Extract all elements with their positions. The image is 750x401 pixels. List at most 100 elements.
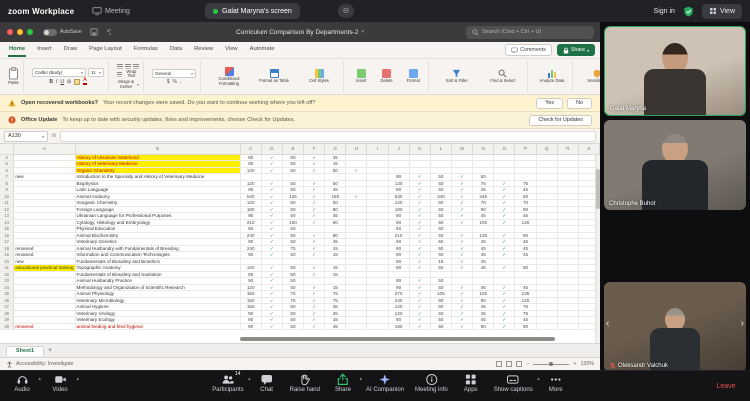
- document-title[interactable]: Curriculum Comparison By Departments-2▾: [236, 29, 364, 36]
- column-header-J[interactable]: J: [388, 144, 409, 154]
- cell-G30[interactable]: 45: [325, 323, 346, 330]
- cell-E30[interactable]: 50: [282, 323, 303, 330]
- view-button[interactable]: View: [702, 4, 742, 19]
- participants-button[interactable]: 14Participants▴: [212, 373, 243, 393]
- font-color-button[interactable]: A: [83, 78, 86, 85]
- video-tile[interactable]: Christophe Buhot: [604, 120, 746, 210]
- column-header-F[interactable]: F: [304, 144, 325, 154]
- column-header-G[interactable]: G: [325, 144, 346, 154]
- check-for-updates-button[interactable]: Check for Updates: [529, 115, 592, 126]
- sheet-tab-sheet1[interactable]: Sheet1: [6, 346, 44, 356]
- percent-icon[interactable]: %: [172, 79, 176, 85]
- audio-button[interactable]: Audio▴: [10, 373, 34, 393]
- gallery-next-button[interactable]: ›: [741, 319, 744, 329]
- cell-H30[interactable]: [346, 323, 367, 330]
- meeting-info-button[interactable]: Meeting info: [415, 373, 448, 393]
- undo-icon[interactable]: [103, 28, 111, 36]
- add-sheet-button[interactable]: +: [48, 347, 52, 354]
- cell-A30[interactable]: renamed: [14, 323, 75, 330]
- chevron-up-icon[interactable]: ▴: [76, 376, 79, 382]
- ribbon-tab-insert[interactable]: Insert: [36, 43, 53, 57]
- more-button[interactable]: More: [544, 373, 568, 393]
- number-format-select[interactable]: General▾: [152, 69, 196, 78]
- row-header-30[interactable]: 30: [0, 323, 14, 330]
- raise-hand-button[interactable]: Raise hand: [290, 373, 320, 393]
- cell-J30[interactable]: 180: [388, 323, 409, 330]
- sort-filter-button[interactable]: Sort & Filter: [437, 69, 477, 84]
- apps-button[interactable]: Apps: [459, 373, 483, 393]
- security-shield-icon[interactable]: [683, 6, 694, 17]
- collapse-tab-icon[interactable]: ⊖: [338, 4, 354, 18]
- column-header-B[interactable]: B: [75, 144, 240, 154]
- ribbon-tab-data[interactable]: Data: [169, 43, 183, 57]
- autosave-toggle[interactable]: AutoSave: [43, 29, 82, 36]
- conditional-formatting-button[interactable]: Conditional Formatting: [209, 67, 249, 86]
- borders-button[interactable]: ⊞: [67, 79, 71, 85]
- share-button[interactable]: Share▴: [331, 373, 355, 393]
- sensitivity-button[interactable]: Sensitivity: [577, 61, 600, 92]
- window-controls[interactable]: [7, 29, 33, 35]
- leave-button[interactable]: Leave: [714, 373, 738, 399]
- cell-K30[interactable]: ✓: [409, 323, 430, 330]
- cell-D30[interactable]: ✓: [261, 323, 282, 330]
- ribbon-tab-view[interactable]: View: [224, 43, 238, 57]
- merge-center-button[interactable]: Merge & Center ▾: [117, 80, 139, 89]
- column-header-D[interactable]: D: [261, 144, 282, 154]
- column-header-L[interactable]: L: [430, 144, 451, 154]
- sign-in-button[interactable]: Sign in: [654, 8, 675, 15]
- no-button[interactable]: No: [567, 98, 592, 109]
- font-size-select[interactable]: 11▾: [88, 68, 104, 77]
- column-header-O[interactable]: O: [494, 144, 515, 154]
- column-header-M[interactable]: M: [452, 144, 473, 154]
- cell-P30[interactable]: 90: [515, 323, 536, 330]
- horizontal-scrollbar[interactable]: [240, 337, 555, 341]
- comma-icon[interactable]: ,: [180, 79, 181, 85]
- show-captions-button[interactable]: Show captions▴: [494, 373, 533, 393]
- underline-button[interactable]: U: [60, 79, 64, 85]
- wrap-text-button[interactable]: Wrap Text: [117, 70, 139, 79]
- worksheet-grid[interactable]: ABCDEFGHIJKLMNOPQRS4History of Ukrainian…: [0, 144, 600, 343]
- video-tile[interactable]: Galat Maryna: [604, 26, 746, 116]
- cell-F30[interactable]: ✓: [304, 323, 325, 330]
- column-header-S[interactable]: S: [578, 144, 599, 154]
- column-header-Q[interactable]: Q: [536, 144, 557, 154]
- chevron-up-icon[interactable]: ▴: [359, 376, 362, 382]
- chevron-up-icon[interactable]: ▴: [38, 376, 41, 382]
- ribbon-tab-automate[interactable]: Automate: [249, 43, 276, 57]
- accessibility-status[interactable]: Accessibility: Investigate: [6, 361, 73, 368]
- insert-cells-button[interactable]: Insert: [352, 69, 370, 84]
- comments-button[interactable]: Comments: [505, 44, 552, 56]
- ribbon-tab-home[interactable]: Home: [8, 43, 26, 57]
- font-name-select[interactable]: Calibri (Body)▾: [32, 68, 86, 77]
- cell-B30[interactable]: animal feeding and feed hygiene: [75, 323, 240, 330]
- cell-styles-button[interactable]: Cell Styles: [299, 69, 339, 84]
- fill-color-button[interactable]: [74, 79, 80, 85]
- column-header-H[interactable]: H: [346, 144, 367, 154]
- search-box[interactable]: Search (Cmd + Ctrl + U): [466, 26, 594, 39]
- share-workbook-button[interactable]: Share ▾: [557, 44, 595, 56]
- cell-N30[interactable]: 90: [473, 323, 494, 330]
- chat-button[interactable]: Chat: [255, 373, 279, 393]
- column-header-N[interactable]: N: [473, 144, 494, 154]
- gallery-prev-button[interactable]: ‹: [606, 319, 609, 329]
- chevron-up-icon[interactable]: ▴: [537, 376, 540, 382]
- cell-L30[interactable]: 50: [430, 323, 451, 330]
- page-break-view-icon[interactable]: [516, 361, 522, 367]
- page-layout-view-icon[interactable]: [506, 361, 512, 367]
- format-as-table-button[interactable]: Format as Table: [254, 69, 294, 84]
- minimize-window-icon[interactable]: [17, 29, 23, 35]
- formula-input[interactable]: [60, 131, 596, 142]
- find-select-button[interactable]: Find & Select: [483, 69, 523, 84]
- format-cells-button[interactable]: Format: [403, 69, 424, 84]
- currency-icon[interactable]: $: [167, 79, 170, 85]
- column-header-C[interactable]: C: [240, 144, 261, 154]
- select-all-corner[interactable]: [0, 144, 14, 154]
- italic-button[interactable]: I: [56, 79, 57, 85]
- save-icon[interactable]: [90, 28, 98, 36]
- yes-button[interactable]: Yes: [536, 98, 563, 109]
- column-header-A[interactable]: A: [14, 144, 75, 154]
- zoom-slider[interactable]: [533, 364, 569, 365]
- close-window-icon[interactable]: [7, 29, 13, 35]
- column-header-E[interactable]: E: [282, 144, 303, 154]
- column-header-I[interactable]: I: [367, 144, 388, 154]
